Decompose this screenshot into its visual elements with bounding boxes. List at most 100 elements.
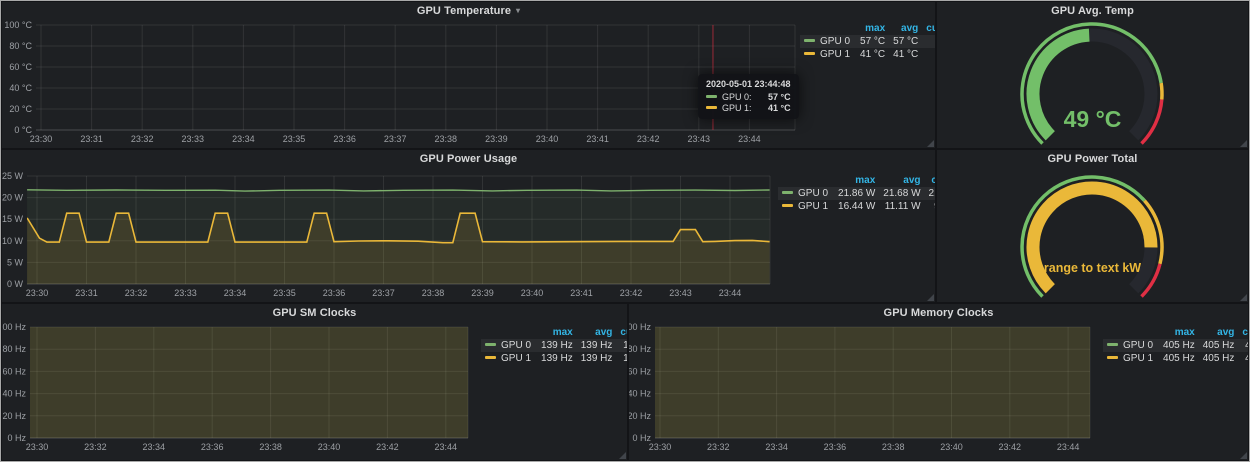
panel-resize-handle[interactable] bbox=[619, 452, 626, 459]
legend-header-max[interactable]: max bbox=[856, 22, 889, 35]
svg-text:23:36: 23:36 bbox=[333, 134, 356, 144]
panel-resize-handle[interactable] bbox=[1240, 294, 1247, 301]
series-dash-icon bbox=[782, 191, 793, 194]
svg-text:0 Hz: 0 Hz bbox=[7, 433, 26, 443]
panel-title-gpu-power-usage[interactable]: GPU Power Usage bbox=[2, 150, 935, 167]
svg-text:100 °C: 100 °C bbox=[4, 20, 32, 30]
svg-text:23:44: 23:44 bbox=[435, 442, 458, 452]
legend-header-avg[interactable]: avg bbox=[1199, 326, 1239, 339]
svg-text:60 °C: 60 °C bbox=[9, 62, 32, 72]
legend-table: maxavgcurrentGPU 0405 Hz405 Hz405 HzGPU … bbox=[1103, 326, 1248, 365]
panel-resize-handle[interactable] bbox=[1240, 140, 1247, 147]
tooltip-series-label: GPU 0: bbox=[722, 92, 752, 102]
legend-header-avg[interactable]: avg bbox=[577, 326, 617, 339]
svg-text:23:40: 23:40 bbox=[940, 442, 963, 452]
series-dash-icon bbox=[706, 106, 717, 109]
legend-series-gpu-1[interactable]: GPU 1 bbox=[778, 200, 834, 213]
legend-row: GPU 0405 Hz405 Hz405 Hz bbox=[1103, 339, 1248, 352]
legend-row: GPU 057 °C57 °C57 °C bbox=[800, 35, 935, 48]
series-dash-icon bbox=[485, 356, 496, 359]
svg-text:23:30: 23:30 bbox=[26, 288, 49, 298]
panel-gpu-memory-clocks: GPU Memory Clocks 23:3023:3223:3423:3623… bbox=[629, 304, 1248, 460]
svg-text:0 Hz: 0 Hz bbox=[632, 433, 651, 443]
panel-menu-caret-icon[interactable]: ▾ bbox=[516, 7, 520, 15]
legend-value: 57 °C bbox=[889, 35, 922, 48]
legend-header-current[interactable]: current bbox=[925, 174, 935, 187]
panel-title-gpu-avg-temp[interactable]: GPU Avg. Temp bbox=[937, 2, 1248, 19]
svg-text:20 Hz: 20 Hz bbox=[2, 411, 26, 421]
svg-text:23:37: 23:37 bbox=[384, 134, 407, 144]
legend-value: 405 Hz bbox=[1159, 339, 1199, 352]
legend-header-max[interactable]: max bbox=[1159, 326, 1199, 339]
svg-text:23:34: 23:34 bbox=[765, 442, 788, 452]
svg-text:0 °C: 0 °C bbox=[14, 125, 32, 135]
svg-text:23:42: 23:42 bbox=[637, 134, 660, 144]
svg-text:23:36: 23:36 bbox=[323, 288, 346, 298]
tooltip-timestamp: 2020-05-01 23:44:48 bbox=[706, 79, 791, 89]
legend-series-gpu-1[interactable]: GPU 1 bbox=[800, 48, 856, 61]
panel-resize-handle[interactable] bbox=[927, 140, 934, 147]
series-dash-icon bbox=[804, 52, 815, 55]
gpu-power-usage-chart[interactable]: 23:3023:3123:3223:3323:3423:3523:3623:37… bbox=[2, 150, 935, 302]
legend-series-gpu-1[interactable]: GPU 1 bbox=[1103, 352, 1159, 365]
svg-text:23:34: 23:34 bbox=[143, 442, 166, 452]
legend-row: GPU 1405 Hz405 Hz405 Hz bbox=[1103, 352, 1248, 365]
legend-series-gpu-0[interactable]: GPU 0 bbox=[481, 339, 537, 352]
legend-series-gpu-1[interactable]: GPU 1 bbox=[481, 352, 537, 365]
svg-text:10 W: 10 W bbox=[2, 236, 23, 246]
legend-header-max[interactable]: max bbox=[537, 326, 577, 339]
svg-text:20 W: 20 W bbox=[2, 193, 23, 203]
svg-text:23:39: 23:39 bbox=[485, 134, 508, 144]
svg-text:23:35: 23:35 bbox=[273, 288, 296, 298]
series-dash-icon bbox=[485, 343, 496, 346]
legend-header-current[interactable]: current bbox=[1238, 326, 1248, 339]
legend-value: 21.77 W bbox=[925, 187, 935, 200]
tooltip-row: GPU 1: 41 °C bbox=[706, 103, 791, 113]
gpu-sm-clocks-legend: maxavgcurrentGPU 0139 Hz139 Hz139 HzGPU … bbox=[481, 326, 627, 365]
dashboard-row-bottom: GPU SM Clocks 23:3023:3223:3423:3623:382… bbox=[2, 304, 1248, 460]
series-dash-icon bbox=[1107, 356, 1118, 359]
gpu-temperature-legend: maxavgcurrentGPU 057 °C57 °C57 °CGPU 141… bbox=[800, 22, 935, 61]
legend-header-current[interactable]: current bbox=[616, 326, 627, 339]
legend-value: 41 °C bbox=[922, 48, 935, 61]
legend-value: 16.44 W bbox=[834, 200, 879, 213]
tooltip-series-value: 57 °C bbox=[768, 92, 791, 102]
panel-title-gpu-sm-clocks[interactable]: GPU SM Clocks bbox=[2, 304, 627, 321]
svg-text:23:31: 23:31 bbox=[75, 288, 98, 298]
legend-series-gpu-0[interactable]: GPU 0 bbox=[800, 35, 856, 48]
panel-gpu-power-total: GPU Power Total range to text kW bbox=[937, 150, 1248, 302]
svg-text:23:32: 23:32 bbox=[84, 442, 107, 452]
legend-header-avg[interactable]: avg bbox=[879, 174, 924, 187]
svg-text:23:35: 23:35 bbox=[283, 134, 306, 144]
panel-title-text: GPU Power Total bbox=[1048, 153, 1138, 165]
svg-text:23:32: 23:32 bbox=[125, 288, 148, 298]
legend-header-spacer bbox=[481, 326, 537, 339]
svg-text:80 Hz: 80 Hz bbox=[2, 344, 26, 354]
panel-resize-handle[interactable] bbox=[1240, 452, 1247, 459]
dashboard-row-top: GPU Temperature ▾ 23:3023:3123:3223:3323… bbox=[2, 2, 1248, 148]
legend-value: 57 °C bbox=[856, 35, 889, 48]
panel-title-gpu-power-total[interactable]: GPU Power Total bbox=[937, 150, 1248, 167]
legend-row: GPU 0139 Hz139 Hz139 Hz bbox=[481, 339, 627, 352]
legend-table: maxavgcurrentGPU 021.86 W21.68 W21.77 WG… bbox=[778, 174, 935, 213]
legend-header-avg[interactable]: avg bbox=[889, 22, 922, 35]
gpu-power-total-gauge bbox=[937, 150, 1248, 302]
panel-title-gpu-temperature[interactable]: GPU Temperature ▾ bbox=[2, 2, 935, 19]
legend-row: GPU 141 °C41 °C41 °C bbox=[800, 48, 935, 61]
legend-value: 139 Hz bbox=[537, 352, 577, 365]
svg-text:80 °C: 80 °C bbox=[9, 41, 32, 51]
tooltip-series-label: GPU 1: bbox=[722, 103, 752, 113]
legend-value: 405 Hz bbox=[1199, 339, 1239, 352]
svg-text:100 Hz: 100 Hz bbox=[629, 322, 651, 332]
grafana-gpu-dashboard: GPU Temperature ▾ 23:3023:3123:3223:3323… bbox=[0, 0, 1250, 462]
legend-series-gpu-0[interactable]: GPU 0 bbox=[1103, 339, 1159, 352]
legend-header-spacer bbox=[800, 22, 856, 35]
legend-row: GPU 116.44 W11.11 W9.79 W bbox=[778, 200, 935, 213]
panel-title-gpu-memory-clocks[interactable]: GPU Memory Clocks bbox=[629, 304, 1248, 321]
legend-header-current[interactable]: current bbox=[922, 22, 935, 35]
legend-header-max[interactable]: max bbox=[834, 174, 879, 187]
panel-resize-handle[interactable] bbox=[927, 294, 934, 301]
legend-series-gpu-0[interactable]: GPU 0 bbox=[778, 187, 834, 200]
legend-value: 57 °C bbox=[922, 35, 935, 48]
legend-value: 139 Hz bbox=[616, 339, 627, 352]
